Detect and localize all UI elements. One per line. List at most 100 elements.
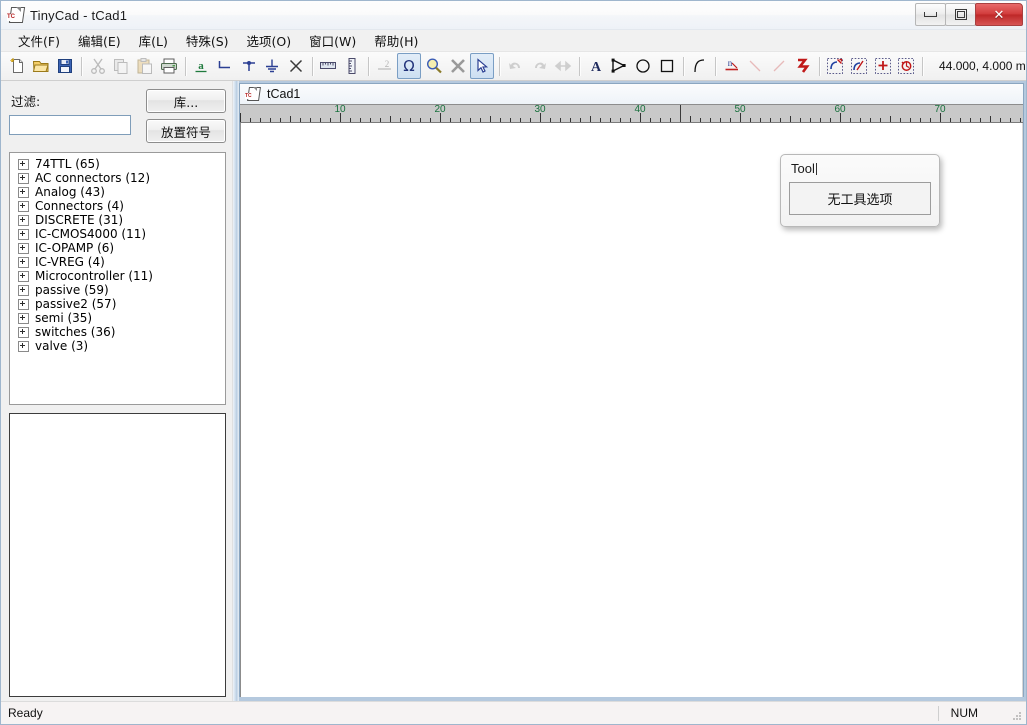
- tree-item-label: DISCRETE (31): [35, 213, 124, 227]
- menu-library[interactable]: 库(L): [130, 29, 177, 52]
- open-file-icon[interactable]: [31, 54, 53, 78]
- annotate-icon[interactable]: a: [190, 54, 212, 78]
- mirror-icon[interactable]: [552, 54, 574, 78]
- ruler-label: 30: [534, 104, 546, 115]
- rotate-right-icon[interactable]: [529, 54, 551, 78]
- menu-edit[interactable]: 编辑(E): [69, 29, 130, 52]
- new-file-icon[interactable]: [7, 54, 29, 78]
- wire-icon[interactable]: [214, 54, 236, 78]
- ruler-tick: [590, 116, 591, 122]
- expand-icon[interactable]: [18, 298, 29, 310]
- bus-icon[interactable]: [792, 54, 814, 78]
- delete-icon[interactable]: [447, 54, 469, 78]
- restore-button[interactable]: [945, 3, 976, 26]
- expand-icon[interactable]: [18, 200, 29, 212]
- ruler-tick: [530, 118, 531, 122]
- measure-icon[interactable]: [341, 54, 363, 78]
- ruler-tick: [330, 118, 331, 122]
- ruler-tick: [860, 118, 861, 122]
- symbol-omega-icon[interactable]: Ω: [397, 53, 422, 79]
- ellipse-icon[interactable]: [632, 54, 654, 78]
- arc-icon[interactable]: [688, 54, 710, 78]
- resize-grip[interactable]: [1011, 710, 1023, 722]
- filter-label: 过滤:: [11, 94, 41, 109]
- expand-icon[interactable]: [18, 228, 29, 240]
- expand-icon[interactable]: [18, 284, 29, 296]
- tree-item[interactable]: AC connectors (12): [10, 171, 225, 185]
- tree-item[interactable]: Connectors (4): [10, 199, 225, 213]
- expand-icon[interactable]: [18, 270, 29, 282]
- edit-symbol2-icon[interactable]: [848, 54, 870, 78]
- expand-icon[interactable]: [18, 214, 29, 226]
- restore-icon: [954, 9, 967, 20]
- print-icon[interactable]: [158, 54, 180, 78]
- menu-file[interactable]: 文件(F): [9, 29, 69, 52]
- tree-item[interactable]: IC-CMOS4000 (11): [10, 227, 225, 241]
- menu-special[interactable]: 特殊(S): [177, 29, 238, 52]
- rectangle-icon[interactable]: [656, 54, 678, 78]
- ruler-tick: [450, 118, 451, 122]
- add-pin-icon[interactable]: [872, 54, 894, 78]
- tree-item[interactable]: switches (36): [10, 325, 225, 339]
- expand-icon[interactable]: [18, 172, 29, 184]
- expand-icon[interactable]: [18, 256, 29, 268]
- tree-item[interactable]: DISCRETE (31): [10, 213, 225, 227]
- save-file-icon[interactable]: [54, 54, 76, 78]
- ruler-tick: [910, 118, 911, 122]
- ruler-label: 60: [834, 104, 846, 115]
- edit-symbol-icon[interactable]: [825, 54, 847, 78]
- ground-icon[interactable]: [261, 54, 283, 78]
- tree-item[interactable]: 74TTL (65): [10, 157, 225, 171]
- copy-icon[interactable]: [111, 54, 133, 78]
- net-label-icon[interactable]: n: [721, 54, 743, 78]
- tree-item[interactable]: passive (59): [10, 283, 225, 297]
- ruler-icon[interactable]: [318, 54, 340, 78]
- line2-icon[interactable]: [768, 54, 790, 78]
- library-tree[interactable]: 74TTL (65) AC connectors (12) Analog (43…: [9, 152, 226, 405]
- tree-item[interactable]: passive2 (57): [10, 297, 225, 311]
- ruler-tick: [570, 118, 571, 122]
- tinycad-window: TC TinyCad - tCad1 ✕ 文件(F) 编辑(E) 库(L) 特殊…: [0, 0, 1027, 725]
- tree-item-label: Analog (43): [35, 185, 105, 199]
- menu-window[interactable]: 窗口(W): [300, 29, 365, 52]
- tree-item[interactable]: semi (35): [10, 311, 225, 325]
- library-button[interactable]: 库...: [146, 89, 226, 113]
- ruler-tick: [960, 118, 961, 122]
- tree-item[interactable]: IC-VREG (4): [10, 255, 225, 269]
- expand-icon[interactable]: [18, 158, 29, 170]
- close-button[interactable]: ✕: [975, 3, 1023, 26]
- rotate-left-icon[interactable]: [505, 54, 527, 78]
- place-symbol-button[interactable]: 放置符号: [146, 119, 226, 143]
- paste-icon[interactable]: [134, 54, 156, 78]
- reload-symbol-icon[interactable]: [895, 54, 917, 78]
- window-title: TinyCad - tCad1: [30, 7, 128, 23]
- select-arrow-icon[interactable]: [470, 53, 495, 79]
- junction-icon[interactable]: [238, 54, 260, 78]
- no-connect-icon[interactable]: [285, 54, 307, 78]
- text-icon[interactable]: A: [585, 54, 607, 78]
- ruler-tick: [650, 118, 651, 122]
- ruler-tick: [850, 118, 851, 122]
- expand-icon[interactable]: [18, 326, 29, 338]
- status-bar: Ready NUM: [1, 701, 1026, 724]
- tree-item[interactable]: Analog (43): [10, 185, 225, 199]
- ruler-label: 20: [434, 104, 446, 115]
- tree-item[interactable]: valve (3): [10, 339, 225, 353]
- tree-item[interactable]: IC-OPAMP (6): [10, 241, 225, 255]
- expand-icon[interactable]: [18, 312, 29, 324]
- ruler-tick: [630, 118, 631, 122]
- zoom-icon[interactable]: [423, 54, 445, 78]
- expand-icon[interactable]: [18, 186, 29, 198]
- expand-icon[interactable]: [18, 340, 29, 352]
- menu-help[interactable]: 帮助(H): [365, 29, 427, 52]
- filter-input[interactable]: [9, 115, 131, 135]
- polygon-icon[interactable]: [609, 54, 631, 78]
- menu-options[interactable]: 选项(O): [238, 29, 301, 52]
- bus-label-icon[interactable]: 2: [374, 54, 396, 78]
- cut-icon[interactable]: [87, 54, 109, 78]
- minimize-button[interactable]: [915, 3, 946, 26]
- line-icon[interactable]: [745, 54, 767, 78]
- tree-item[interactable]: Microcontroller (11): [10, 269, 225, 283]
- expand-icon[interactable]: [18, 242, 29, 254]
- tree-item-label: IC-OPAMP (6): [35, 241, 115, 255]
